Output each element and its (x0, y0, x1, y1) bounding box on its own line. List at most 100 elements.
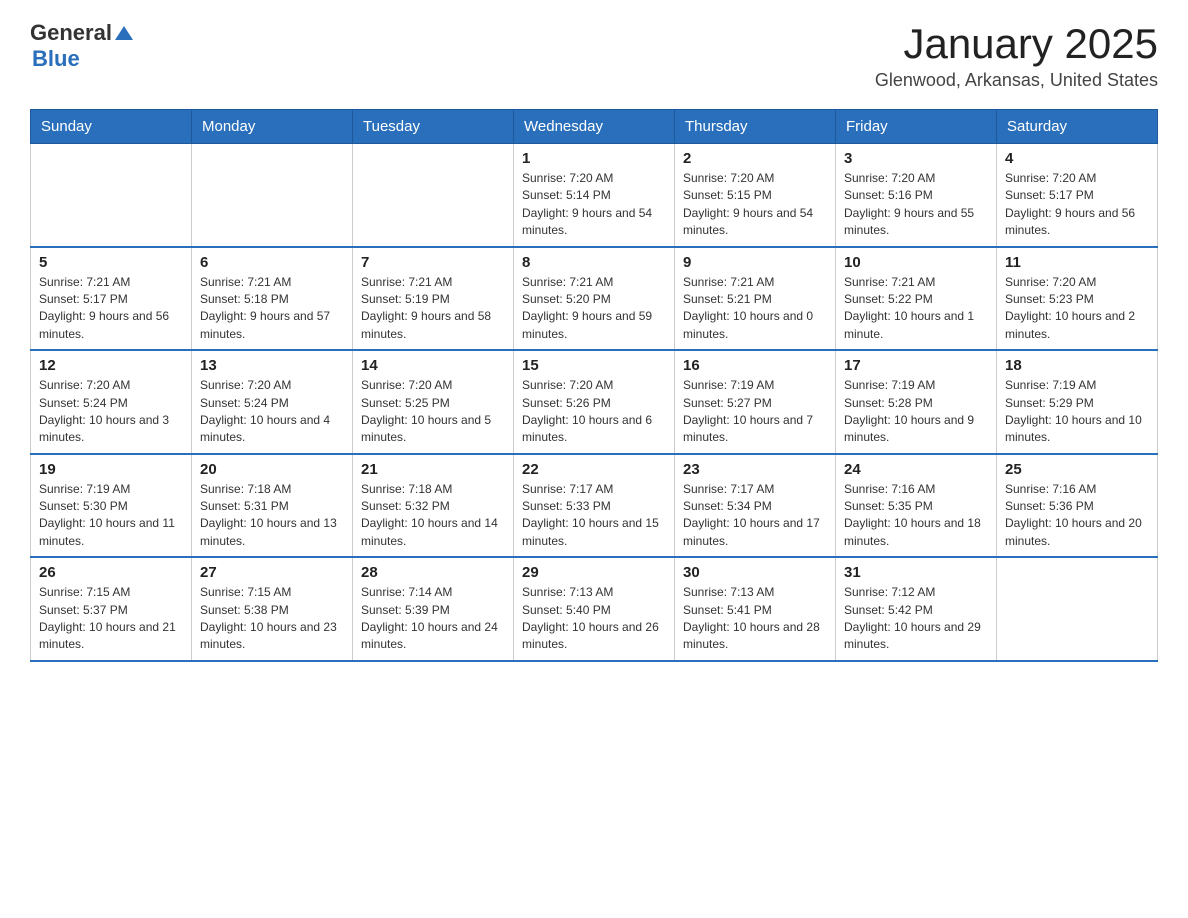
day-number: 6 (200, 254, 344, 271)
day-info: Sunrise: 7:13 AMSunset: 5:41 PMDaylight:… (683, 584, 827, 654)
calendar-cell (192, 144, 353, 247)
logo-text-blue: Blue (32, 46, 80, 72)
calendar-cell: 5Sunrise: 7:21 AMSunset: 5:17 PMDaylight… (31, 247, 192, 351)
day-number: 23 (683, 461, 827, 478)
calendar-cell: 21Sunrise: 7:18 AMSunset: 5:32 PMDayligh… (353, 454, 514, 558)
calendar-cell: 23 Sunrise: 7:17 AMSunset: 5:34 PMDayligh… (675, 454, 836, 558)
calendar-cell: 29 Sunrise: 7:13 AMSunset: 5:40 PMDayligh… (514, 557, 675, 661)
day-number: 18 (1005, 357, 1149, 374)
calendar-cell: 10 Sunrise: 7:21 AMSunset: 5:22 PMDayligh… (836, 247, 997, 351)
calendar-cell: 3 Sunrise: 7:20 AMSunset: 5:16 PMDaylight… (836, 144, 997, 247)
day-info: Sunrise: 7:19 AMSunset: 5:29 PMDaylight:… (1005, 377, 1149, 447)
calendar-cell: 31 Sunrise: 7:12 AMSunset: 5:42 PMDayligh… (836, 557, 997, 661)
day-number: 17 (844, 357, 988, 374)
day-info: Sunrise: 7:14 AMSunset: 5:39 PMDaylight:… (361, 584, 505, 654)
header-wednesday: Wednesday (514, 110, 675, 144)
day-info: Sunrise: 7:20 AMSunset: 5:17 PMDaylight:… (1005, 170, 1149, 240)
day-info: Sunrise: 7:17 AMSunset: 5:34 PMDaylight:… (683, 481, 827, 551)
day-number: 20 (200, 461, 344, 478)
calendar-cell: 24 Sunrise: 7:16 AMSunset: 5:35 PMDayligh… (836, 454, 997, 558)
day-info: Sunrise: 7:21 AMSunset: 5:20 PMDaylight:… (522, 274, 666, 344)
title-block: January 2025 Glenwood, Arkansas, United … (875, 20, 1158, 91)
day-number: 8 (522, 254, 666, 271)
header-friday: Friday (836, 110, 997, 144)
day-number: 2 (683, 150, 827, 167)
day-number: 24 (844, 461, 988, 478)
calendar-week-row-3: 19 Sunrise: 7:19 AMSunset: 5:30 PMDayligh… (31, 454, 1158, 558)
calendar-week-row-1: 5Sunrise: 7:21 AMSunset: 5:17 PMDaylight… (31, 247, 1158, 351)
day-number: 19 (39, 461, 183, 478)
day-number: 31 (844, 564, 988, 581)
calendar-cell (31, 144, 192, 247)
calendar-cell: 14 Sunrise: 7:20 AMSunset: 5:25 PMDayligh… (353, 350, 514, 454)
day-number: 3 (844, 150, 988, 167)
day-info: Sunrise: 7:21 AMSunset: 5:21 PMDaylight:… (683, 274, 827, 344)
calendar-cell: 1Sunrise: 7:20 AMSunset: 5:14 PMDaylight… (514, 144, 675, 247)
calendar-cell: 8 Sunrise: 7:21 AMSunset: 5:20 PMDaylight… (514, 247, 675, 351)
calendar-week-row-2: 12Sunrise: 7:20 AMSunset: 5:24 PMDayligh… (31, 350, 1158, 454)
day-info: Sunrise: 7:15 AMSunset: 5:38 PMDaylight:… (200, 584, 344, 654)
calendar-cell: 7Sunrise: 7:21 AMSunset: 5:19 PMDaylight… (353, 247, 514, 351)
calendar-table: Sunday Monday Tuesday Wednesday Thursday… (30, 109, 1158, 662)
calendar-cell: 27 Sunrise: 7:15 AMSunset: 5:38 PMDayligh… (192, 557, 353, 661)
day-number: 15 (522, 357, 666, 374)
calendar-cell: 2 Sunrise: 7:20 AMSunset: 5:15 PMDaylight… (675, 144, 836, 247)
day-info: Sunrise: 7:21 AMSunset: 5:19 PMDaylight:… (361, 274, 505, 344)
day-info: Sunrise: 7:18 AMSunset: 5:31 PMDaylight:… (200, 481, 344, 551)
day-info: Sunrise: 7:12 AMSunset: 5:42 PMDaylight:… (844, 584, 988, 654)
day-info: Sunrise: 7:15 AMSunset: 5:37 PMDaylight:… (39, 584, 183, 654)
header-tuesday: Tuesday (353, 110, 514, 144)
calendar-cell (997, 557, 1158, 661)
calendar-cell: 13 Sunrise: 7:20 AMSunset: 5:24 PMDayligh… (192, 350, 353, 454)
day-info: Sunrise: 7:13 AMSunset: 5:40 PMDaylight:… (522, 584, 666, 654)
day-info: Sunrise: 7:20 AMSunset: 5:16 PMDaylight:… (844, 170, 988, 240)
day-info: Sunrise: 7:21 AMSunset: 5:22 PMDaylight:… (844, 274, 988, 344)
day-info: Sunrise: 7:19 AMSunset: 5:28 PMDaylight:… (844, 377, 988, 447)
day-number: 28 (361, 564, 505, 581)
day-info: Sunrise: 7:20 AMSunset: 5:25 PMDaylight:… (361, 377, 505, 447)
day-info: Sunrise: 7:16 AMSunset: 5:35 PMDaylight:… (844, 481, 988, 551)
calendar-cell: 19 Sunrise: 7:19 AMSunset: 5:30 PMDayligh… (31, 454, 192, 558)
day-info: Sunrise: 7:20 AMSunset: 5:24 PMDaylight:… (39, 377, 183, 447)
day-number: 16 (683, 357, 827, 374)
calendar-cell: 28 Sunrise: 7:14 AMSunset: 5:39 PMDayligh… (353, 557, 514, 661)
day-number: 27 (200, 564, 344, 581)
calendar-cell: 26Sunrise: 7:15 AMSunset: 5:37 PMDayligh… (31, 557, 192, 661)
calendar-cell: 15 Sunrise: 7:20 AMSunset: 5:26 PMDayligh… (514, 350, 675, 454)
day-info: Sunrise: 7:17 AMSunset: 5:33 PMDaylight:… (522, 481, 666, 551)
day-number: 10 (844, 254, 988, 271)
calendar-cell: 18 Sunrise: 7:19 AMSunset: 5:29 PMDayligh… (997, 350, 1158, 454)
day-number: 21 (361, 461, 505, 478)
calendar-cell: 25Sunrise: 7:16 AMSunset: 5:36 PMDayligh… (997, 454, 1158, 558)
calendar-cell: 17 Sunrise: 7:19 AMSunset: 5:28 PMDayligh… (836, 350, 997, 454)
calendar-cell: 11Sunrise: 7:20 AMSunset: 5:23 PMDayligh… (997, 247, 1158, 351)
day-number: 5 (39, 254, 183, 271)
day-info: Sunrise: 7:21 AMSunset: 5:18 PMDaylight:… (200, 274, 344, 344)
calendar-cell: 4 Sunrise: 7:20 AMSunset: 5:17 PMDaylight… (997, 144, 1158, 247)
day-info: Sunrise: 7:20 AMSunset: 5:24 PMDaylight:… (200, 377, 344, 447)
header-thursday: Thursday (675, 110, 836, 144)
day-number: 22 (522, 461, 666, 478)
day-number: 13 (200, 357, 344, 374)
day-number: 4 (1005, 150, 1149, 167)
day-number: 14 (361, 357, 505, 374)
day-info: Sunrise: 7:20 AMSunset: 5:14 PMDaylight:… (522, 170, 666, 240)
calendar-cell: 20 Sunrise: 7:18 AMSunset: 5:31 PMDayligh… (192, 454, 353, 558)
page-header: General Blue January 2025 Glenwood, Arka… (30, 20, 1158, 91)
day-number: 25 (1005, 461, 1149, 478)
calendar-cell: 12Sunrise: 7:20 AMSunset: 5:24 PMDayligh… (31, 350, 192, 454)
subtitle: Glenwood, Arkansas, United States (875, 70, 1158, 91)
calendar-week-row-4: 26Sunrise: 7:15 AMSunset: 5:37 PMDayligh… (31, 557, 1158, 661)
day-info: Sunrise: 7:20 AMSunset: 5:15 PMDaylight:… (683, 170, 827, 240)
day-info: Sunrise: 7:19 AMSunset: 5:30 PMDaylight:… (39, 481, 183, 551)
calendar-cell: 9Sunrise: 7:21 AMSunset: 5:21 PMDaylight… (675, 247, 836, 351)
day-number: 11 (1005, 254, 1149, 271)
page-title: January 2025 (875, 20, 1158, 68)
calendar-week-row-0: 1Sunrise: 7:20 AMSunset: 5:14 PMDaylight… (31, 144, 1158, 247)
calendar-cell: 30Sunrise: 7:13 AMSunset: 5:41 PMDayligh… (675, 557, 836, 661)
calendar-header-row: Sunday Monday Tuesday Wednesday Thursday… (31, 110, 1158, 144)
calendar-cell: 6 Sunrise: 7:21 AMSunset: 5:18 PMDaylight… (192, 247, 353, 351)
day-number: 29 (522, 564, 666, 581)
calendar-cell: 16Sunrise: 7:19 AMSunset: 5:27 PMDayligh… (675, 350, 836, 454)
day-info: Sunrise: 7:20 AMSunset: 5:26 PMDaylight:… (522, 377, 666, 447)
